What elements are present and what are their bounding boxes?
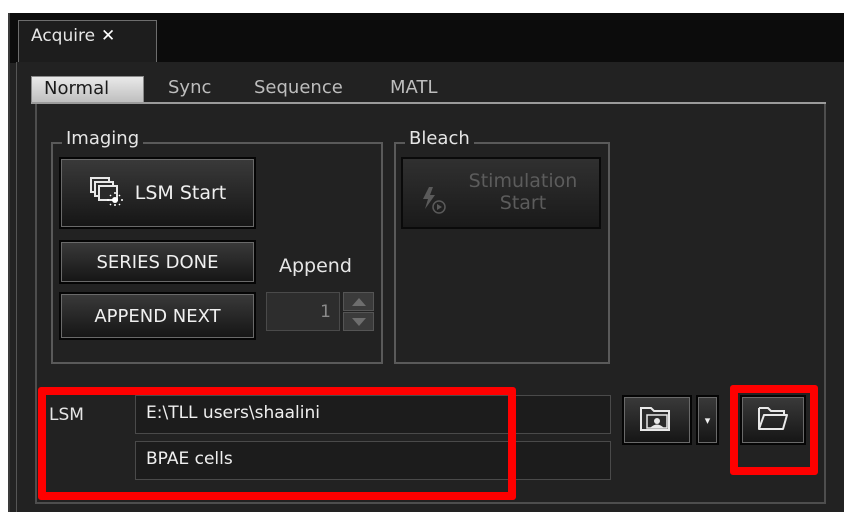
tab-matl[interactable]: MATL <box>390 76 437 102</box>
highlight-box-folder-button <box>730 385 818 475</box>
tab-normal[interactable]: Normal <box>31 76 144 103</box>
tab-sequence[interactable]: Sequence <box>254 76 343 102</box>
append-decrement-button[interactable] <box>343 312 374 331</box>
append-label: Append <box>279 255 352 277</box>
lsm-start-label: LSM Start <box>134 182 227 204</box>
tab-sync[interactable]: Sync <box>168 76 211 102</box>
bleach-group-title: Bleach <box>405 128 474 149</box>
image-folder-button[interactable] <box>622 395 692 445</box>
acquire-tab-label: Acquire <box>31 26 96 46</box>
image-folder-dropdown[interactable]: ▾ <box>696 395 719 445</box>
start-label: Start <box>499 192 547 214</box>
lsm-start-button[interactable]: LSM Start <box>59 157 256 229</box>
imaging-group-title: Imaging <box>62 128 144 149</box>
chevron-down-icon: ▾ <box>704 413 711 427</box>
stimulation-start-button[interactable]: Stimulation Start <box>401 157 601 229</box>
close-icon[interactable]: ✕ <box>101 26 115 46</box>
lightning-play-icon <box>419 185 449 220</box>
arrow-up-icon <box>351 298 366 306</box>
folder-image-icon <box>639 402 675 439</box>
arrow-down-icon <box>351 318 366 326</box>
append-increment-button[interactable] <box>343 292 374 311</box>
stacked-windows-icon <box>89 176 123 211</box>
highlight-box-path-fields <box>38 387 516 500</box>
stimulation-label: Stimulation <box>468 170 578 192</box>
series-done-button[interactable]: SERIES DONE <box>59 240 256 284</box>
append-count-input[interactable]: 1 <box>266 292 340 331</box>
append-next-button[interactable]: APPEND NEXT <box>59 292 256 340</box>
acquire-tab[interactable]: Acquire ✕ <box>18 20 157 65</box>
